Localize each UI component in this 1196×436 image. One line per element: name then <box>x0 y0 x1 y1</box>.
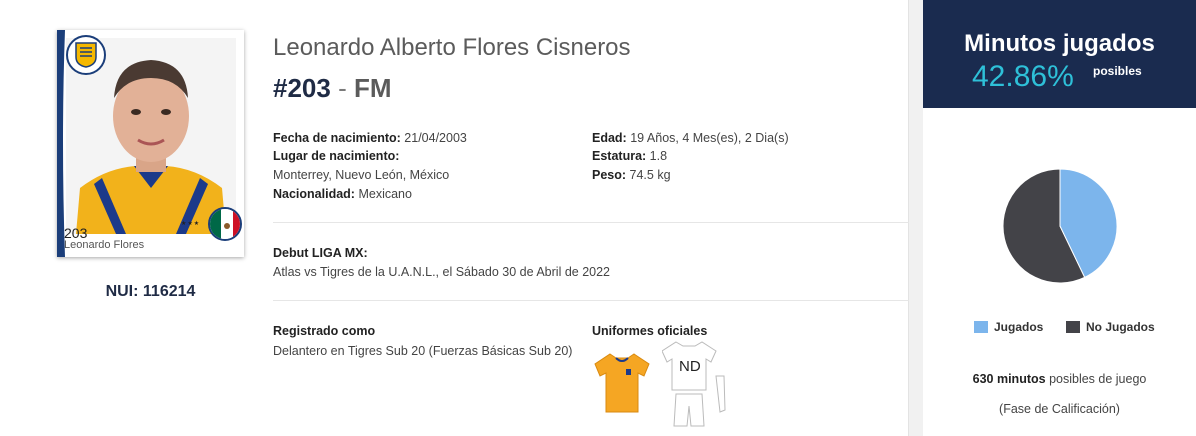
separator: - <box>338 73 347 103</box>
player-photo-card: ★★★ 203 Leonardo Flores <box>57 30 244 257</box>
legend-swatch-played <box>974 321 988 333</box>
weight-row: Peso: 74.5 kg <box>592 166 671 185</box>
player-full-name: Leonardo Alberto Flores Cisneros <box>273 34 631 61</box>
birth-date-label: Fecha de nacimiento: <box>273 131 401 145</box>
weight-value: 74.5 kg <box>629 168 671 182</box>
nui-label: NUI: <box>105 283 139 300</box>
player-profile-card: ★★★ 203 Leonardo Flores NUI: 116214 Leon… <box>0 0 909 436</box>
legend-not-played: No Jugados <box>1066 320 1155 334</box>
uniforms-title: Uniformes oficiales <box>592 324 708 338</box>
nationality-value: Mexicano <box>358 187 412 201</box>
nui-value: 116214 <box>142 283 196 300</box>
divider <box>273 222 909 223</box>
away-uniform-icon <box>662 341 726 427</box>
birth-place-label: Lugar de nacimiento: <box>273 149 400 163</box>
legend-not-played-label: No Jugados <box>1086 320 1155 334</box>
minutes-percent: 42.86% <box>972 60 1074 93</box>
age-label: Edad: <box>592 131 627 145</box>
debut-text: Atlas vs Tigres de la U.A.N.L., el Sábad… <box>273 265 611 279</box>
phase: (Fase de Calificación) <box>999 402 1120 416</box>
age-row: Edad: 19 Años, 4 Mes(es), 2 Dia(s) <box>592 129 789 148</box>
photo-player-name: Leonardo Flores <box>64 239 145 251</box>
registration-text: Delantero en Tigres Sub 20 (Fuerzas Bási… <box>273 344 573 358</box>
nui: NUI: 116214 <box>57 283 244 301</box>
home-jersey-icon <box>594 353 650 413</box>
divider <box>273 300 909 301</box>
legend-played: Jugados <box>974 320 1043 334</box>
total-minutes-suffix: posibles de juego <box>1049 372 1147 386</box>
player-number-position: #203 - FM <box>273 73 392 104</box>
total-minutes: 630 minutos posibles de juego <box>923 372 1196 386</box>
birth-place-label-row: Lugar de nacimiento: <box>273 147 399 166</box>
height-value: 1.8 <box>649 149 668 163</box>
mexico-flag-icon <box>208 207 242 241</box>
minutes-played-card: Minutos jugados 42.86% posibles Jugados … <box>923 0 1196 436</box>
minutes-percent-label: posibles <box>1093 64 1142 78</box>
height-label: Estatura: <box>592 149 647 163</box>
total-minutes-value: 630 minutos <box>972 372 1046 386</box>
nationality-label: Nacionalidad: <box>273 187 355 201</box>
weight-label: Peso: <box>592 168 627 182</box>
age-value: 19 Años, 4 Mes(es), 2 Dia(s) <box>630 131 789 145</box>
legend-swatch-not-played <box>1066 321 1080 333</box>
birth-date-row: Fecha de nacimiento: 21/04/2003 <box>273 129 467 148</box>
debut-title: Debut LIGA MX: <box>273 246 368 260</box>
birth-place-value: Monterrey, Nuevo León, México <box>273 168 450 182</box>
nationality-row: Nacionalidad: Mexicano <box>273 185 412 204</box>
minutes-pie-chart <box>1002 168 1118 284</box>
minutes-header: Minutos jugados 42.86% posibles <box>923 0 1196 108</box>
minutes-title: Minutos jugados <box>964 30 1155 57</box>
player-number: #203 <box>273 73 331 103</box>
club-logo-icon <box>66 35 106 75</box>
height-row: Estatura: 1.8 <box>592 147 667 166</box>
away-uniform-label: ND <box>679 358 701 375</box>
legend-played-label: Jugados <box>994 320 1044 334</box>
registration-title: Registrado como <box>273 324 376 338</box>
stars-icon: ★★★ <box>181 221 201 227</box>
player-position: FM <box>353 73 392 103</box>
birth-date-value: 21/04/2003 <box>404 131 467 145</box>
